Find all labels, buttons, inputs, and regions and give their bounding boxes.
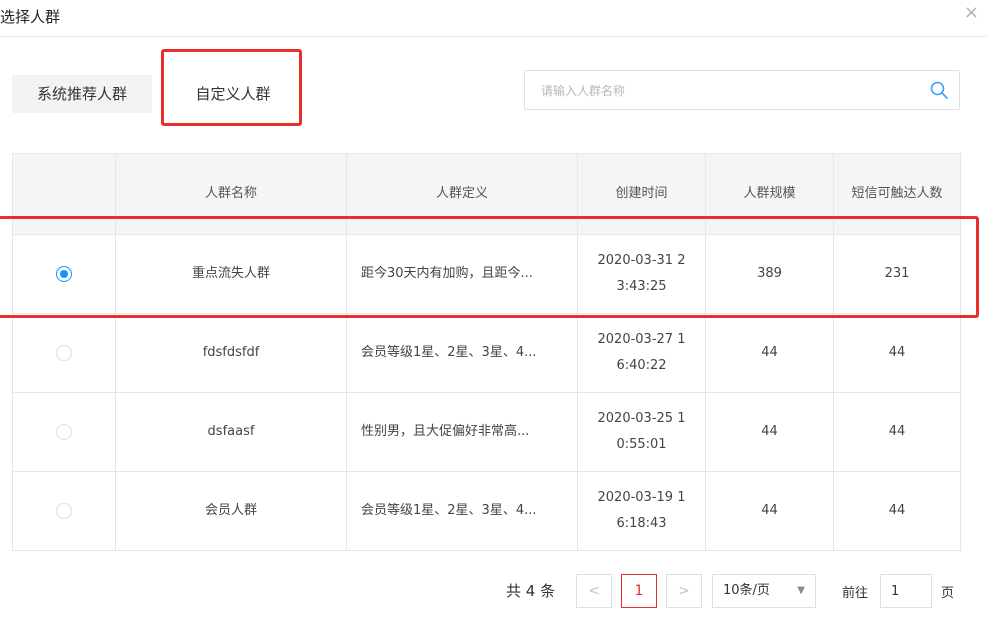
chevron-down-icon: ▼ [797,585,805,596]
cell-created: 2020-03-19 16:18:43 [597,490,686,531]
next-page-button[interactable]: > [666,574,702,608]
row-radio[interactable] [56,423,72,440]
search-icon[interactable] [929,80,949,100]
table-row[interactable]: 会员人群 会员等级1星、2星、3星、4... 2020-03-19 16:18:… [12,471,961,551]
row-radio[interactable] [56,502,72,519]
cell-size: 44 [705,313,834,393]
cell-definition: 性别男，且大促偏好非常高... [346,392,578,472]
dialog-title: 选择人群 [0,8,61,26]
cell-reach: 44 [833,471,961,551]
goto-unit: 页 [941,586,955,601]
cell-size: 44 [705,471,834,551]
goto-page-input[interactable] [880,574,932,608]
cell-reach: 44 [833,313,961,393]
search-box [524,70,960,110]
highlight-box-tab [161,49,302,126]
cell-size: 44 [705,392,834,472]
dialog-header: 选择人群 × [0,0,987,37]
cell-name: 会员人群 [115,471,347,551]
cell-definition: 会员等级1星、2星、3星、4... [346,313,578,393]
cell-created: 2020-03-25 10:55:01 [597,411,686,452]
close-icon[interactable]: × [964,2,979,23]
pagination-total: 共 4 条 [506,582,556,600]
goto-label: 前往 [842,586,869,601]
search-input[interactable] [539,80,923,102]
tab-system-recommended[interactable]: 系统推荐人群 [12,75,152,113]
cell-name: fdsfdsfdf [115,313,347,393]
prev-page-button[interactable]: < [576,574,612,608]
cell-reach: 44 [833,392,961,472]
page-size-select[interactable]: 10条/页 ▼ [712,574,816,608]
cell-definition: 会员等级1星、2星、3星、4... [346,471,578,551]
cell-created: 2020-03-27 16:40:22 [597,332,686,373]
column-header-reach-label: 短信可触达人数 [851,186,943,201]
page-size-label: 10条/页 [723,583,770,598]
table-row[interactable]: dsfaasf 性别男，且大促偏好非常高... 2020-03-25 10:55… [12,392,961,472]
table-row[interactable]: fdsfdsfdf 会员等级1星、2星、3星、4... 2020-03-27 1… [12,313,961,393]
row-radio[interactable] [56,344,72,361]
crowd-table: 人群名称 人群定义 创建时间 人群规模 短信可触达人数 重点流失人群 距今30天… [12,153,961,551]
highlight-box-row [0,216,979,318]
cell-name: dsfaasf [115,392,347,472]
page-number-1[interactable]: 1 [621,574,657,608]
